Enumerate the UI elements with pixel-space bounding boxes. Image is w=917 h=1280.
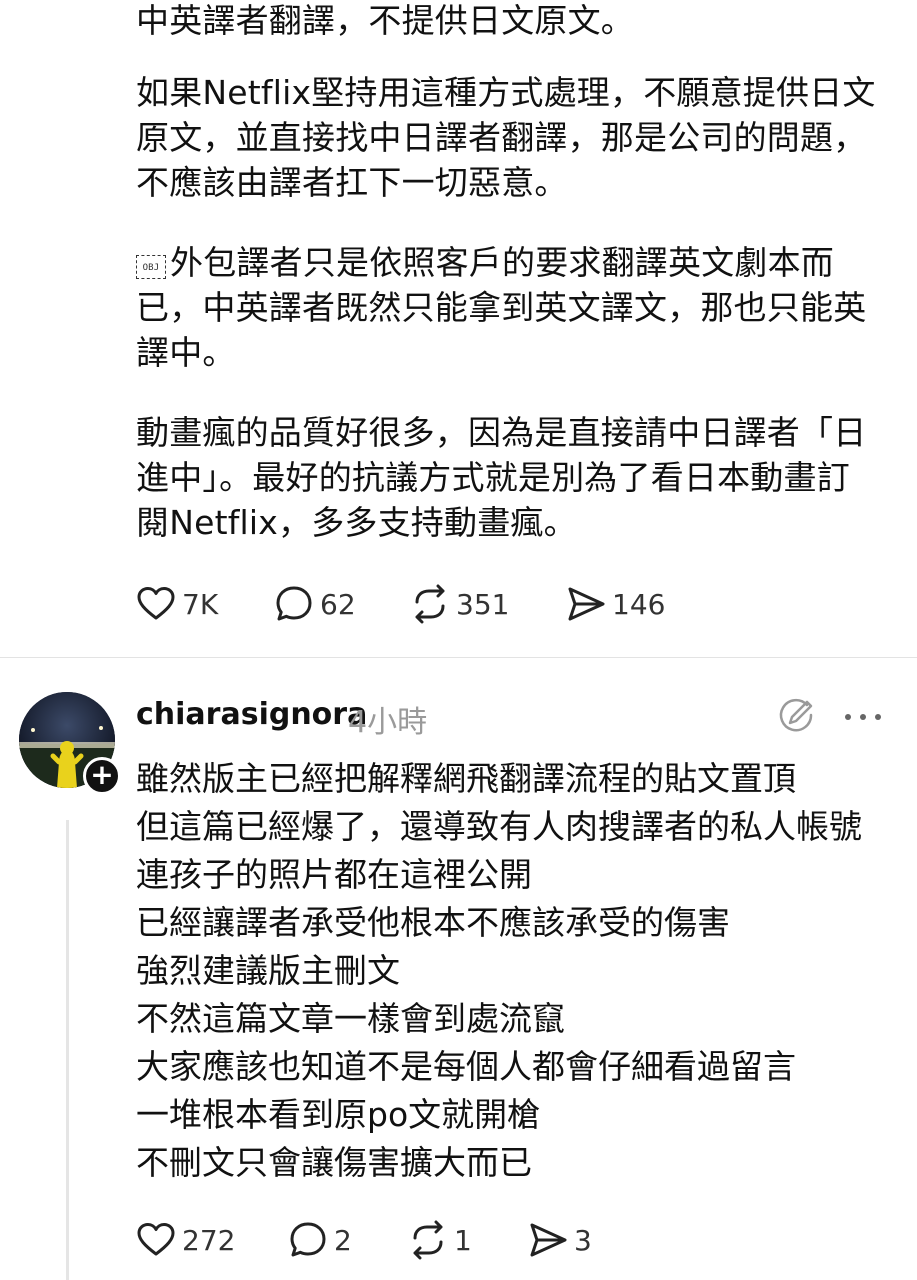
- post-line: 譯中。: [136, 333, 236, 372]
- post-paragraph: 中英譯者翻譯，不提供日文原文。: [136, 1, 634, 40]
- reply-button[interactable]: 62: [274, 582, 356, 626]
- repost-icon: [415, 584, 445, 624]
- reply-line: 強烈建議版主刪文: [136, 951, 400, 990]
- repost-count: 1: [454, 1223, 472, 1257]
- post-line: 不應該由譯者扛下一切惡意。: [136, 163, 568, 202]
- post-line: 原文，並直接找中日譯者翻譯，那是公司的問題，: [136, 118, 867, 157]
- repost-count: 351: [456, 587, 510, 621]
- divider: [0, 657, 917, 658]
- post-line-text: 外包譯者只是依照客戶的要求翻譯英文劇本而: [170, 243, 834, 282]
- like-count: 7K: [182, 587, 219, 621]
- repost-button[interactable]: 351: [410, 582, 509, 626]
- thread-line: [66, 820, 69, 1280]
- post-line: 動畫瘋的品質好很多，因為是直接請中日譯者「日: [136, 413, 867, 452]
- speech-bubble-icon: [276, 586, 312, 621]
- more-icon[interactable]: [843, 712, 883, 722]
- repost-button[interactable]: 1: [408, 1218, 472, 1262]
- object-replacement-glyph: OBJ: [136, 255, 166, 279]
- timestamp: 4小時: [348, 705, 428, 740]
- follow-button[interactable]: +: [83, 757, 121, 795]
- reply-line: 不刪文只會讓傷害擴大而已: [136, 1143, 532, 1182]
- reply-line: 雖然版主已經把解釋網飛翻譯流程的貼文置頂: [136, 759, 796, 798]
- speech-bubble-icon: [290, 1222, 326, 1257]
- reply-action-bar: 272 2 1 3: [136, 1218, 896, 1262]
- reply-line: 但這篇已經爆了，還導致有人肉搜譯者的私人帳號: [136, 807, 862, 846]
- edit-icon[interactable]: [776, 696, 816, 736]
- post-paragraph: OBJ 外包譯者只是依照客戶的要求翻譯英文劇本而 已，中英譯者既然只能拿到英文譯文…: [136, 240, 906, 375]
- heart-icon: [137, 1223, 175, 1256]
- post-paragraph: 動畫瘋的品質好很多，因為是直接請中日譯者「日 進中」。最好的抗議方式就是別為了看…: [136, 410, 906, 545]
- post-paragraph: 如果Netflix堅持用這種方式處理，不願意提供日文 原文，並直接找中日譯者翻譯…: [136, 70, 906, 205]
- post-line: 進中」。最好的抗議方式就是別為了看日本動畫訂: [136, 458, 850, 497]
- reply-count: 62: [320, 587, 356, 621]
- like-button[interactable]: 272: [136, 1218, 235, 1262]
- reply-line: 一堆根本看到原po文就開槍: [136, 1095, 541, 1134]
- share-count: 3: [574, 1223, 592, 1257]
- reply-button[interactable]: 2: [288, 1218, 352, 1262]
- heart-icon: [137, 587, 175, 620]
- username[interactable]: chiarasignora: [136, 697, 367, 732]
- post-line: OBJ 外包譯者只是依照客戶的要求翻譯英文劇本而: [136, 240, 906, 285]
- post-line: 如果Netflix堅持用這種方式處理，不願意提供日文: [136, 73, 876, 112]
- reply-line: 不然這篇文章一樣會到處流竄: [136, 999, 565, 1038]
- repost-icon: [413, 1220, 443, 1260]
- reply-line: 連孩子的照片都在這裡公開: [136, 855, 532, 894]
- post-action-bar: 7K 62 351 146: [136, 582, 896, 626]
- reply-line: 已經讓譯者承受他根本不應該承受的傷害: [136, 903, 730, 942]
- reply-body: 雖然版主已經把解釋網飛翻譯流程的貼文置頂 但這篇已經爆了，還導致有人肉搜譯者的私…: [136, 755, 862, 1187]
- share-button[interactable]: 3: [528, 1218, 592, 1262]
- share-count: 146: [612, 587, 666, 621]
- share-button[interactable]: 146: [566, 582, 665, 626]
- send-icon: [568, 587, 605, 621]
- post-line: 閱Netflix，多多支持動畫瘋。: [136, 503, 577, 542]
- reply-count: 2: [334, 1223, 352, 1257]
- post-line: 已，中英譯者既然只能拿到英文譯文，那也只能英: [136, 288, 867, 327]
- reply-line: 大家應該也知道不是每個人都會仔細看過留言: [136, 1047, 796, 1086]
- like-button[interactable]: 7K: [136, 582, 218, 626]
- like-count: 272: [182, 1223, 236, 1257]
- send-icon: [530, 1223, 567, 1257]
